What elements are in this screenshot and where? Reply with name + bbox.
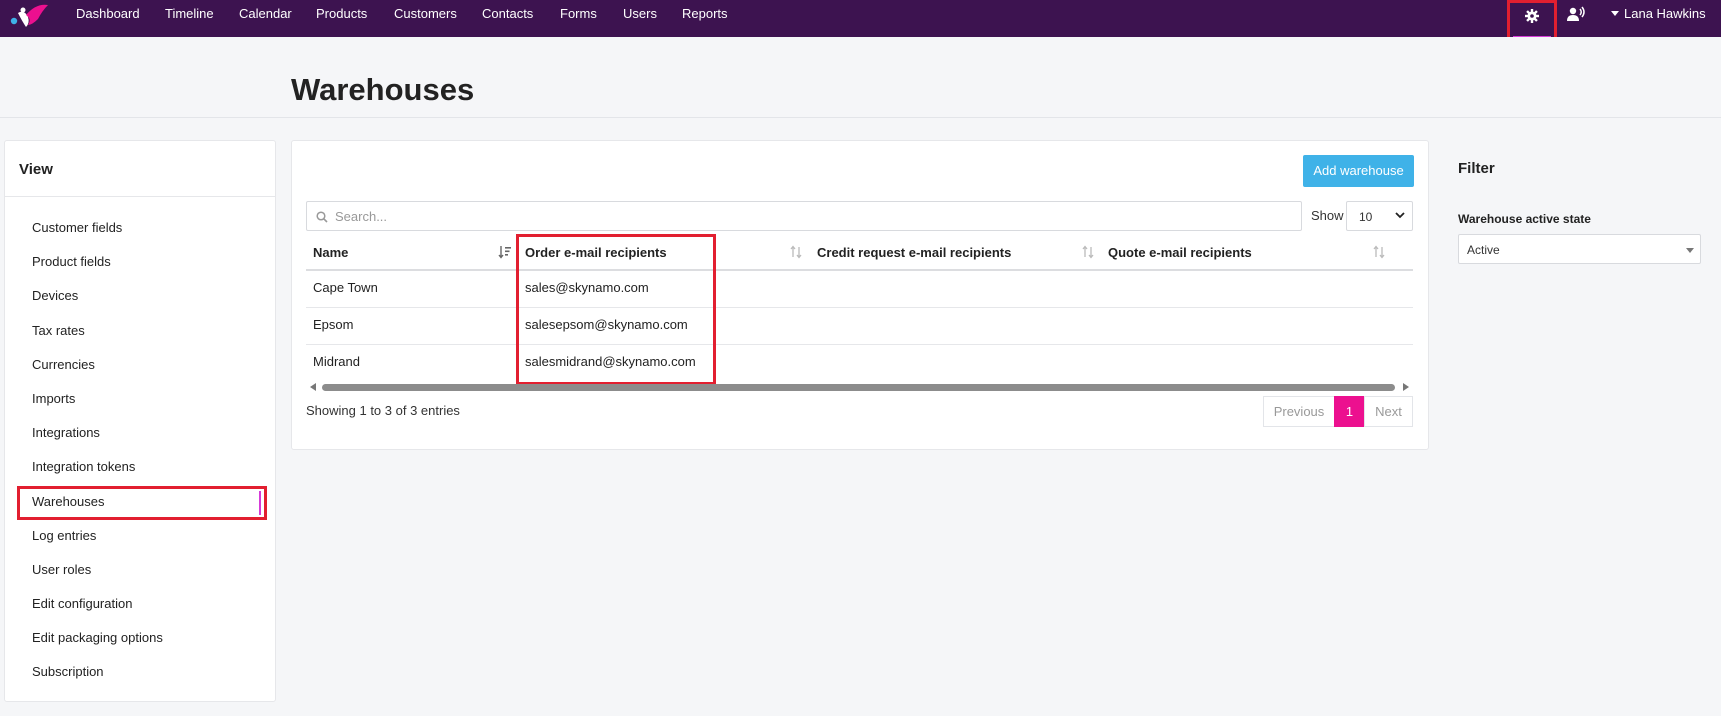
search-input[interactable] xyxy=(335,206,1285,226)
page-header: Warehouses xyxy=(0,37,1721,118)
nav-customers[interactable]: Customers xyxy=(394,6,457,22)
nav-dashboard[interactable]: Dashboard xyxy=(76,6,140,22)
cell-name: Midrand xyxy=(313,354,360,369)
page-size-select[interactable]: 10 xyxy=(1346,201,1413,231)
column-header-name[interactable]: Name xyxy=(313,245,348,260)
sort-icon[interactable] xyxy=(790,245,802,259)
row-divider xyxy=(306,307,1413,308)
sort-icon[interactable] xyxy=(1082,245,1094,259)
caret-down-icon xyxy=(1686,248,1694,253)
add-warehouse-button[interactable]: Add warehouse xyxy=(1303,155,1414,187)
sidebar-item-devices[interactable]: Devices xyxy=(32,288,78,303)
search-field[interactable] xyxy=(306,201,1302,231)
nav-calendar[interactable]: Calendar xyxy=(239,6,292,22)
warehouses-card xyxy=(291,140,1429,450)
sort-icon[interactable] xyxy=(1373,245,1385,259)
scroll-right-arrow[interactable] xyxy=(1403,383,1409,391)
nav-contacts[interactable]: Contacts xyxy=(482,6,533,22)
caret-down-icon xyxy=(1611,11,1619,17)
sidebar-item-imports[interactable]: Imports xyxy=(32,391,75,406)
sidebar-item-subscription[interactable]: Subscription xyxy=(32,664,104,679)
sidebar-item-integration-tokens[interactable]: Integration tokens xyxy=(32,459,135,474)
nav-forms[interactable]: Forms xyxy=(560,6,597,22)
sidebar-item-warehouses[interactable]: Warehouses xyxy=(32,494,105,509)
nav-reports[interactable]: Reports xyxy=(682,6,728,22)
sidebar-divider xyxy=(5,196,275,197)
filter-title: Filter xyxy=(1458,160,1495,177)
user-menu[interactable]: Lana Hawkins xyxy=(1611,6,1706,21)
user-name: Lana Hawkins xyxy=(1624,6,1706,21)
top-nav: Dashboard Timeline Calendar Products Cus… xyxy=(0,0,1721,44)
filter-label: Warehouse active state xyxy=(1458,212,1591,226)
sidebar-item-edit-packaging-options[interactable]: Edit packaging options xyxy=(32,630,163,645)
gear-icon xyxy=(1525,9,1539,23)
horizontal-scrollbar[interactable] xyxy=(322,384,1395,391)
sidebar-item-integrations[interactable]: Integrations xyxy=(32,425,100,440)
column-header-quote-recipients[interactable]: Quote e-mail recipients xyxy=(1108,245,1252,260)
nav-timeline[interactable]: Timeline xyxy=(165,6,214,22)
sidebar-item-product-fields[interactable]: Product fields xyxy=(32,254,111,269)
sidebar-item-tax-rates[interactable]: Tax rates xyxy=(32,323,85,338)
previous-button[interactable]: Previous xyxy=(1263,396,1335,427)
sidebar-item-customer-fields[interactable]: Customer fields xyxy=(32,220,122,235)
sidebar-item-edit-configuration[interactable]: Edit configuration xyxy=(32,596,132,611)
sidebar-title: View xyxy=(19,161,53,178)
cell-name: Epsom xyxy=(313,317,354,332)
skynamo-logo[interactable] xyxy=(8,3,50,29)
active-state-value: Active xyxy=(1467,243,1500,257)
entries-info: Showing 1 to 3 of 3 entries xyxy=(306,403,460,418)
show-label: Show xyxy=(1311,208,1344,223)
search-icon xyxy=(316,211,328,223)
chevron-down-icon xyxy=(1395,212,1405,219)
sidebar-item-user-roles[interactable]: User roles xyxy=(32,562,91,577)
page-1-button[interactable]: 1 xyxy=(1334,396,1365,427)
nav-users[interactable]: Users xyxy=(623,6,657,22)
sidebar: View Customer fields Product fields Devi… xyxy=(4,140,276,702)
sort-asc-icon[interactable] xyxy=(498,245,512,259)
header-divider xyxy=(306,269,1413,271)
page-size-value: 10 xyxy=(1359,210,1373,224)
next-button[interactable]: Next xyxy=(1364,396,1413,427)
active-state-select[interactable]: Active xyxy=(1458,234,1701,264)
user-voice-icon[interactable] xyxy=(1567,6,1585,22)
page-title: Warehouses xyxy=(291,72,475,107)
sidebar-item-log-entries[interactable]: Log entries xyxy=(32,528,96,543)
sidebar-item-currencies[interactable]: Currencies xyxy=(32,357,95,372)
column-highlight xyxy=(516,234,716,385)
nav-products[interactable]: Products xyxy=(316,6,367,22)
scroll-left-arrow[interactable] xyxy=(310,383,316,391)
column-header-credit-recipients[interactable]: Credit request e-mail recipients xyxy=(817,245,1011,260)
cell-name: Cape Town xyxy=(313,280,378,295)
row-divider xyxy=(306,344,1413,345)
